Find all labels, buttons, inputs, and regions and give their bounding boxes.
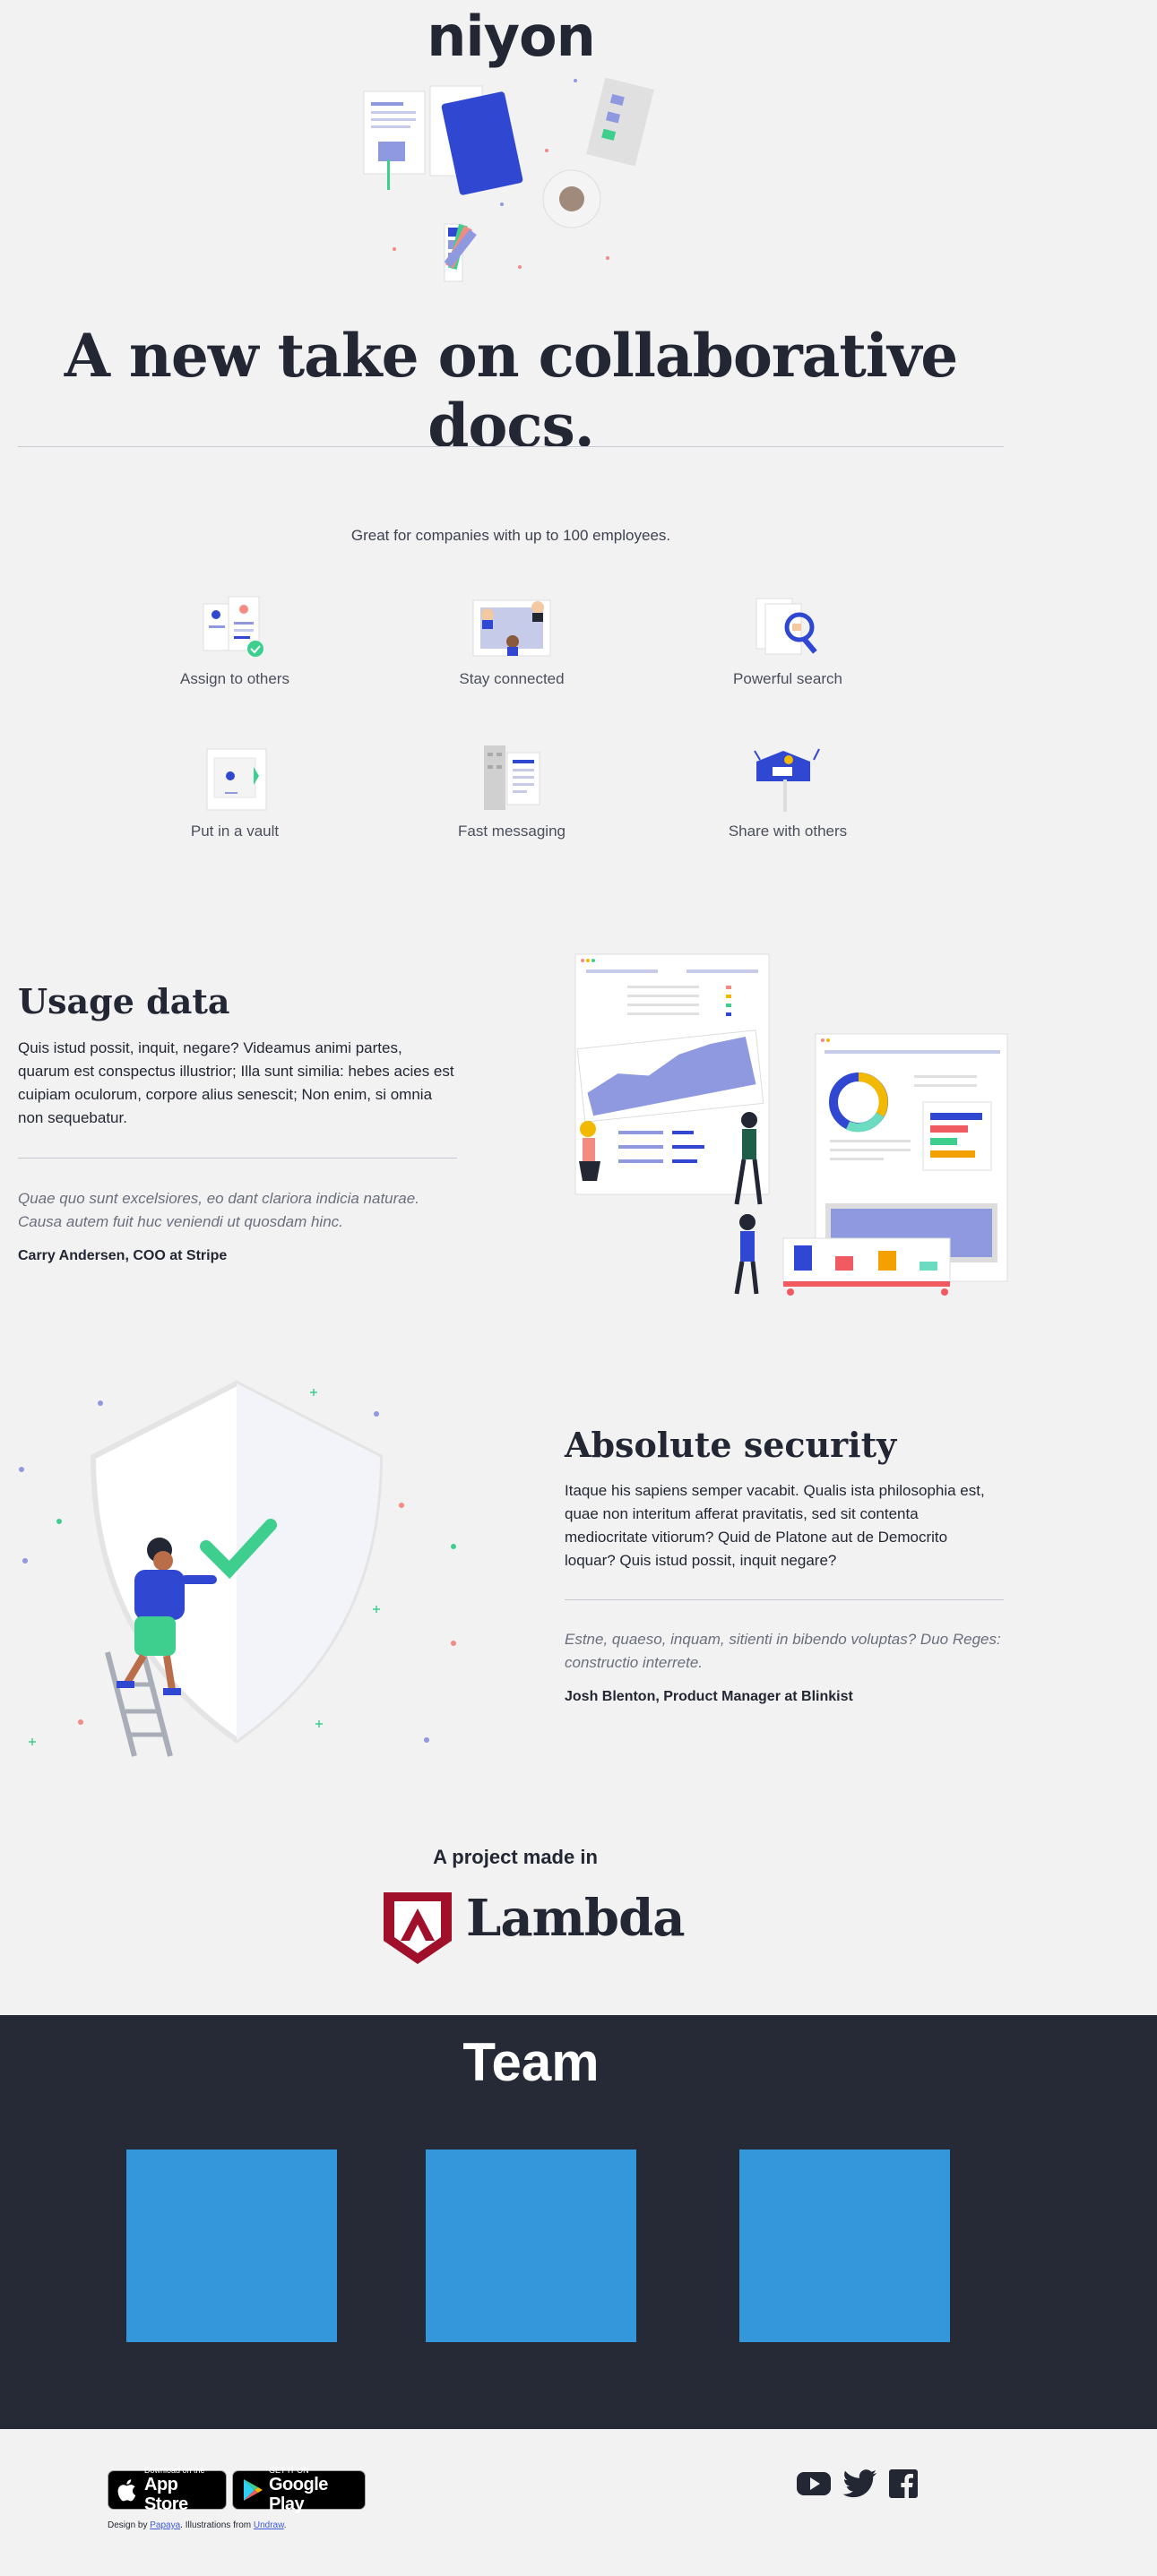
vault-icon bbox=[206, 748, 267, 811]
made-in-label: A project made in bbox=[433, 1846, 598, 1868]
badge-big-text: App Store bbox=[144, 2475, 188, 2514]
usage-body: Quis istud possit, inquit, negare? Videa… bbox=[18, 1039, 454, 1126]
google-play-icon bbox=[244, 2479, 263, 2501]
hero-title: A new take on collaborative docs. bbox=[64, 321, 959, 461]
team-member-card[interactable] bbox=[426, 2150, 636, 2342]
landing-page: niyon A new take on collaborative docs. … bbox=[0, 0, 1157, 2576]
feature-label: Fast messaging bbox=[458, 823, 566, 840]
feature-label: Share with others bbox=[728, 823, 848, 840]
team-title: Team bbox=[462, 2032, 600, 2092]
divider bbox=[18, 446, 1004, 447]
security-author: Josh Blenton, Product Manager at Blinkis… bbox=[565, 1689, 853, 1704]
security-divider bbox=[565, 1599, 1004, 1600]
usage-quote: Quae quo sunt excelsiores, eo dant clari… bbox=[18, 1190, 419, 1230]
security-title: Absolute security bbox=[565, 1425, 897, 1465]
team-member-card[interactable] bbox=[126, 2150, 337, 2342]
badge-small-text: GET IT ON bbox=[269, 2466, 309, 2475]
assign-icon bbox=[203, 596, 263, 657]
usage-author: Carry Andersen, COO at Stripe bbox=[18, 1248, 228, 1263]
lambda-logo-icon[interactable] bbox=[381, 1889, 454, 1968]
feature-assign: Assign to others bbox=[136, 591, 333, 688]
feature-search: Powerful search bbox=[689, 591, 886, 688]
designer-link[interactable]: Papaya bbox=[150, 2520, 180, 2530]
messaging-icon bbox=[484, 745, 540, 810]
team-section: Team bbox=[0, 2015, 1157, 2429]
security-body: Itaque his sapiens semper vacabit. Quali… bbox=[565, 1482, 985, 1569]
security-quote: Estne, quaeso, inquam, sitienti in biben… bbox=[565, 1631, 1001, 1671]
google-play-badge[interactable]: GET IT ON Google Play bbox=[232, 2466, 366, 2514]
share-icon bbox=[754, 748, 820, 812]
search-icon bbox=[756, 598, 817, 655]
usage-title: Usage data bbox=[18, 981, 230, 1021]
credits-suffix: . bbox=[283, 2520, 287, 2530]
feature-share: Share with others bbox=[689, 744, 886, 840]
features-tagline: Great for companies with up to 100 emplo… bbox=[350, 527, 671, 544]
feature-label: Powerful search bbox=[733, 670, 842, 687]
feature-connected: Stay connected bbox=[413, 591, 610, 688]
lambda-wordmark[interactable]: Lambda bbox=[466, 1889, 686, 1948]
brand-logo[interactable]: niyon bbox=[0, 4, 1022, 69]
usage-illustration bbox=[574, 953, 1008, 1296]
apple-icon bbox=[117, 2479, 136, 2502]
security-illustration bbox=[19, 1380, 456, 1757]
badge-small-text: Download on the bbox=[144, 2466, 205, 2475]
twitter-icon[interactable] bbox=[842, 2468, 878, 2500]
feature-label: Put in a vault bbox=[190, 823, 280, 840]
facebook-icon[interactable] bbox=[885, 2468, 921, 2500]
usage-divider bbox=[18, 1158, 457, 1159]
feature-label: Stay connected bbox=[459, 670, 565, 687]
feature-messaging: Fast messaging bbox=[413, 744, 610, 840]
illustrations-link[interactable]: Undraw bbox=[254, 2520, 284, 2530]
feature-vault: Put in a vault bbox=[136, 744, 333, 840]
credits-prefix: Design by bbox=[108, 2520, 151, 2530]
badge-big-text: Google Play bbox=[269, 2475, 328, 2514]
credits: Design by Papaya. Illustrations from Und… bbox=[108, 2520, 287, 2530]
credits-middle: . Illustrations from bbox=[180, 2520, 254, 2530]
team-member-card[interactable] bbox=[739, 2150, 950, 2342]
app-store-badge[interactable]: Download on the App Store bbox=[108, 2466, 227, 2514]
youtube-icon[interactable] bbox=[796, 2468, 832, 2500]
hero-illustration bbox=[363, 77, 654, 282]
connected-icon bbox=[472, 599, 551, 657]
feature-label: Assign to others bbox=[180, 670, 289, 687]
